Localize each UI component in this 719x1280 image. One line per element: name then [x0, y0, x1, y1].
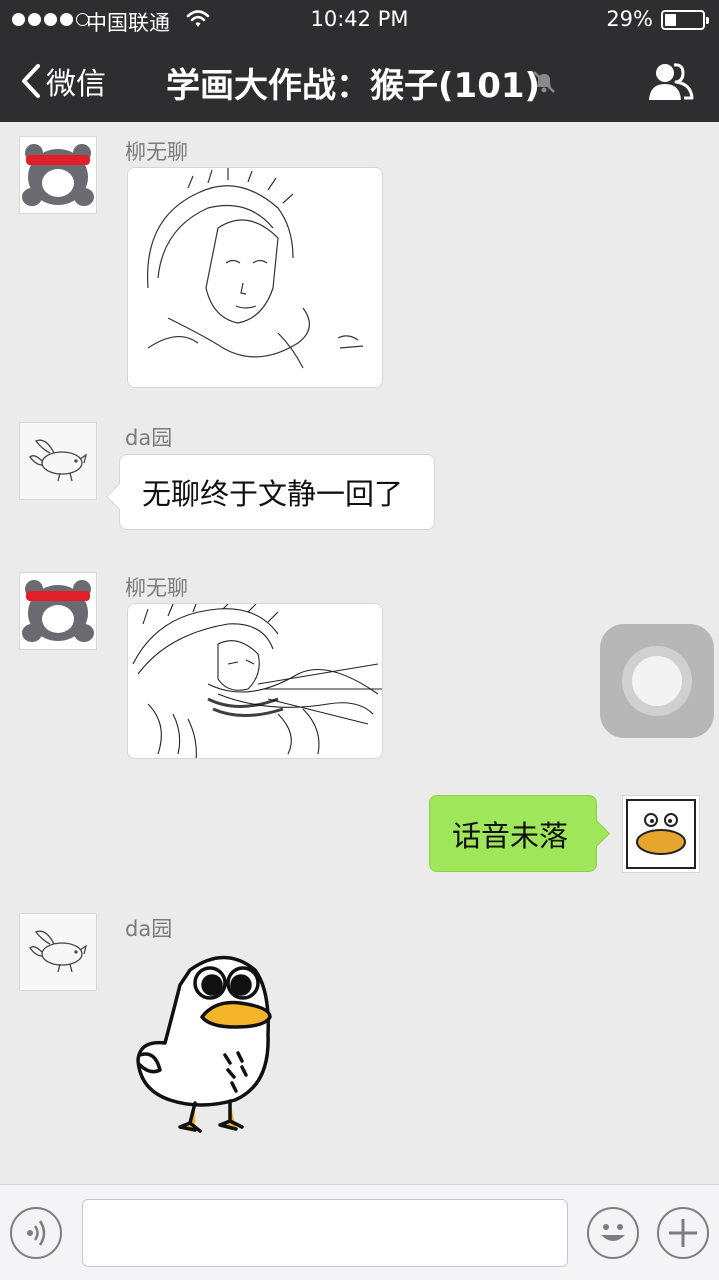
message-text: 话音未落 — [452, 818, 569, 853]
sender-avatar[interactable] — [19, 913, 97, 991]
message-text: 无聊终于文静一回了 — [142, 477, 404, 511]
sender-avatar[interactable] — [19, 422, 97, 500]
battery-percent: 29% — [606, 7, 653, 31]
duck-sticker-image[interactable] — [130, 945, 280, 1140]
plus-button[interactable] — [657, 1207, 709, 1259]
top-bar: 中国联通 10:42 PM 29% 微信 学画大作战：猴子(101) — [0, 0, 719, 122]
chevron-left-icon — [22, 64, 40, 98]
duck-face-icon — [623, 796, 699, 872]
sent-text-message[interactable]: 话音未落 — [429, 795, 597, 872]
image-message[interactable] — [127, 167, 383, 388]
assistive-touch-button[interactable] — [600, 624, 714, 738]
emoji-button[interactable] — [587, 1207, 639, 1259]
back-button[interactable]: 微信 — [18, 60, 106, 102]
input-bar — [0, 1184, 719, 1280]
flying-pig-icon — [20, 423, 96, 499]
sender-avatar[interactable] — [19, 136, 97, 214]
bear-red-scarf-icon — [20, 137, 96, 213]
sender-name: 柳无聊 — [125, 576, 188, 600]
status-bar: 中国联通 10:42 PM 29% — [0, 0, 719, 40]
sender-name: da园 — [125, 917, 173, 941]
bear-red-scarf-icon — [20, 573, 96, 649]
back-label: 微信 — [46, 67, 106, 102]
sender-name: 柳无聊 — [125, 140, 188, 164]
sketch-monkey-image — [128, 604, 382, 758]
sender-avatar[interactable] — [19, 572, 97, 650]
battery-icon — [661, 10, 709, 30]
voice-icon — [27, 1220, 46, 1246]
flying-pig-icon — [20, 914, 96, 990]
message-input[interactable] — [82, 1199, 568, 1267]
group-members-icon[interactable] — [646, 60, 694, 102]
my-avatar[interactable] — [622, 795, 700, 873]
plus-icon — [669, 1219, 697, 1247]
mute-bell-icon — [533, 71, 555, 93]
chat-title: 学画大作战：猴子(101) — [166, 66, 541, 106]
text-message[interactable]: 无聊终于文静一回了 — [119, 454, 435, 530]
voice-button[interactable] — [10, 1207, 62, 1259]
sender-name: da园 — [125, 426, 173, 450]
emoji-icon — [601, 1224, 625, 1241]
sketch-girl-image — [128, 168, 382, 387]
image-message[interactable] — [127, 603, 383, 759]
